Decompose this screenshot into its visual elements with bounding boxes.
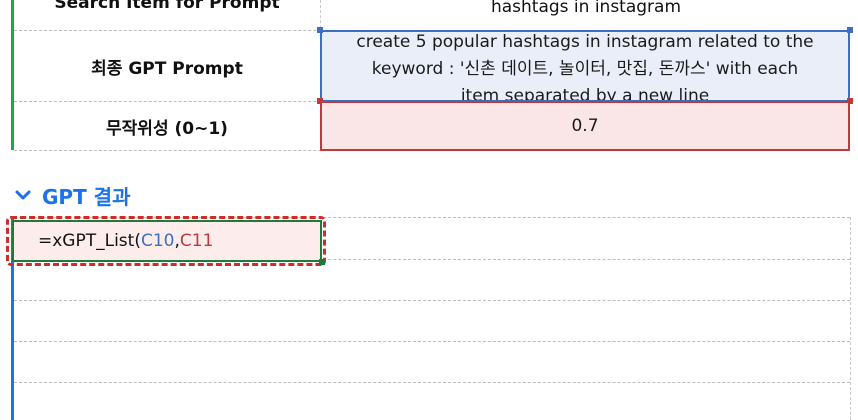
randomness-label: 무작위성 (0~1) bbox=[14, 102, 320, 150]
row-divider bbox=[14, 341, 850, 342]
selection-handle[interactable] bbox=[317, 27, 323, 33]
final-prompt-label-text: 최종 GPT Prompt bbox=[91, 58, 243, 79]
randomness-value: 0.7 bbox=[571, 116, 599, 136]
search-item-label-text: Search Item for Prompt bbox=[54, 0, 280, 13]
randomness-label-text: 무작위성 (0~1) bbox=[106, 118, 228, 139]
row-divider bbox=[14, 300, 850, 301]
formula-ref-c10: C10 bbox=[140, 231, 175, 251]
final-prompt-label: 최종 GPT Prompt bbox=[14, 32, 320, 100]
search-item-label: Search Item for Prompt bbox=[14, 0, 320, 20]
search-item-value-text: hashtags in instagram bbox=[490, 0, 682, 17]
prompt-line: item separated by a new line bbox=[460, 85, 710, 102]
formula-cell[interactable]: =xGPT_List(C10, C11 bbox=[12, 220, 322, 262]
randomness-cell[interactable]: 0.7 bbox=[320, 101, 850, 151]
row-divider bbox=[14, 382, 850, 383]
formula-ref-c11: C11 bbox=[179, 231, 214, 251]
search-item-value[interactable]: hashtags in instagram bbox=[322, 0, 850, 22]
prompt-line: create 5 popular hashtags in instagram r… bbox=[356, 31, 814, 52]
formula-prefix: =xGPT_List( bbox=[38, 231, 141, 251]
gpt-result-header[interactable]: GPT 결과 bbox=[14, 180, 130, 210]
chevron-down-icon[interactable] bbox=[14, 186, 32, 204]
fill-handle[interactable] bbox=[319, 259, 325, 265]
prompt-line: keyword : '신촌 데이트, 놀이터, 맛집, 돈까스' with ea… bbox=[371, 58, 799, 79]
selection-handle[interactable] bbox=[847, 27, 853, 33]
final-prompt-cell[interactable]: create 5 popular hashtags in instagram r… bbox=[320, 30, 850, 102]
section-title: GPT 결과 bbox=[42, 184, 131, 209]
right-border bbox=[850, 217, 851, 420]
